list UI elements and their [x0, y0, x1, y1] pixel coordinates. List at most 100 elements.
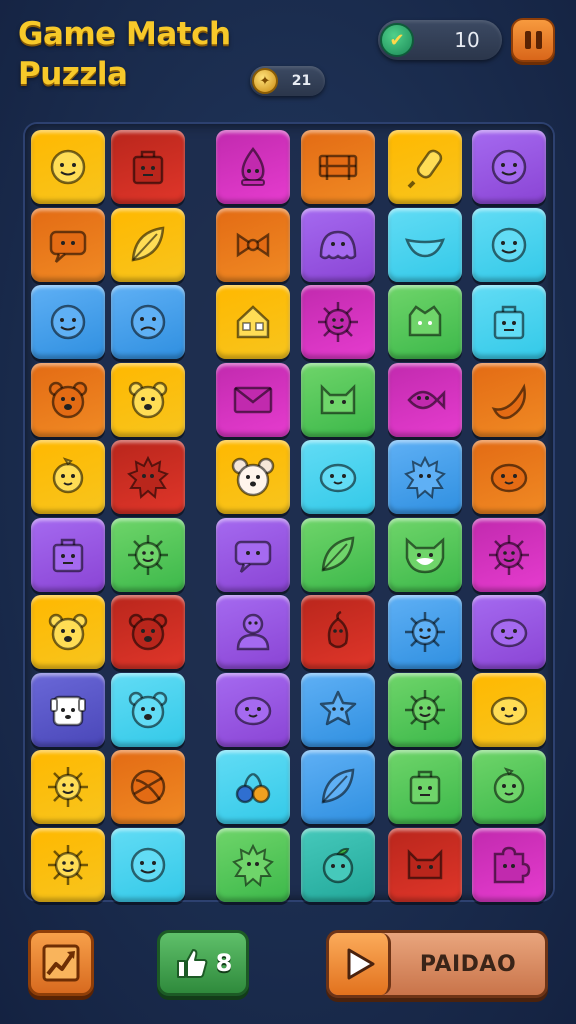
bag-icon	[493, 305, 525, 340]
sun-icon	[405, 612, 445, 652]
leaf-icon	[321, 536, 355, 571]
tile-indigo-dog[interactable]	[31, 672, 105, 747]
tile-green-sun[interactable]	[111, 517, 185, 592]
tile-orange-banana[interactable]	[472, 362, 546, 437]
tile-yellow-leaf[interactable]	[111, 207, 185, 282]
tile-green-monster[interactable]	[388, 285, 462, 359]
tile-yellow-house[interactable]	[216, 285, 290, 359]
tile-orange-bear[interactable]	[31, 362, 105, 437]
tile-orange-bench[interactable]	[301, 130, 375, 204]
tile-cyan-bear[interactable]	[111, 672, 185, 747]
tile-magenta-puzzle[interactable]	[472, 827, 546, 902]
hint-button[interactable]: 8	[157, 930, 249, 996]
tile-red-bear[interactable]	[111, 595, 185, 669]
tile-red-pepper[interactable]	[301, 595, 375, 669]
tile-yellow-sun[interactable]	[31, 750, 105, 824]
tile-purple-face[interactable]	[472, 130, 546, 204]
tile-orange-speech[interactable]	[31, 207, 105, 282]
bear-icon	[48, 613, 88, 651]
game-board	[25, 124, 553, 902]
score-counter: ✔ 10	[378, 20, 502, 60]
check-coin-icon: ✔	[380, 23, 414, 57]
bow-icon	[236, 232, 270, 257]
tile-blue-spiky[interactable]	[388, 440, 462, 514]
tile-yellow-bear[interactable]	[31, 595, 105, 669]
bag-icon	[132, 150, 164, 185]
fish-icon	[407, 389, 446, 410]
tile-red-bag[interactable]	[111, 130, 185, 204]
speech-icon	[234, 540, 272, 573]
tile-purple-blob[interactable]	[472, 595, 546, 669]
tile-green-bag[interactable]	[388, 750, 462, 824]
tile-orange-bow[interactable]	[216, 207, 290, 282]
tile-purple-ghost[interactable]	[301, 207, 375, 282]
boat-icon	[405, 237, 445, 257]
tile-yellow-bear[interactable]	[111, 362, 185, 437]
tile-yellow-face[interactable]	[31, 130, 105, 204]
play-icon-box	[329, 933, 391, 995]
tile-cyan-berries[interactable]	[216, 750, 290, 824]
face-sad-icon	[130, 304, 166, 340]
tile-magenta-fish[interactable]	[388, 362, 462, 437]
bird-icon	[493, 767, 525, 804]
tile-cyan-face[interactable]	[111, 827, 185, 902]
mouse-icon	[231, 457, 275, 497]
bird-icon	[52, 457, 84, 494]
tile-blue-leaf[interactable]	[301, 750, 375, 824]
tile-blue-sun[interactable]	[388, 595, 462, 669]
game-title-line2: Puzzla	[18, 56, 128, 92]
dog-icon	[50, 695, 86, 726]
face-icon	[491, 149, 527, 185]
tile-yellow-popsicle[interactable]	[388, 130, 462, 204]
tile-red-cat[interactable]	[388, 827, 462, 902]
sun-icon	[128, 534, 168, 575]
tile-blue-star[interactable]	[301, 672, 375, 747]
tile-cyan-boat[interactable]	[388, 207, 462, 282]
star-icon	[319, 690, 357, 725]
tile-purple-person[interactable]	[216, 595, 290, 669]
tile-yellow-blob[interactable]	[472, 672, 546, 747]
pause-icon-bar-right	[535, 31, 542, 49]
bag-icon	[409, 770, 441, 805]
face-icon	[130, 847, 166, 882]
tile-cyan-bag[interactable]	[472, 285, 546, 359]
game-title-line1: Game Match	[18, 16, 231, 52]
coins-counter: ✦ 21	[250, 66, 325, 96]
pause-button[interactable]	[511, 18, 555, 62]
tile-green-sun[interactable]	[388, 672, 462, 747]
tile-cyan-face[interactable]	[472, 207, 546, 282]
sun-icon	[48, 844, 88, 885]
stats-button[interactable]	[28, 930, 94, 996]
tile-magenta-envelope[interactable]	[216, 362, 290, 437]
tile-purple-blob[interactable]	[216, 672, 290, 747]
fox-icon	[405, 536, 445, 573]
tile-teal-apple[interactable]	[301, 827, 375, 902]
tile-yellow-sun[interactable]	[31, 827, 105, 902]
tile-orange-blob[interactable]	[472, 440, 546, 514]
tile-red-spiky[interactable]	[111, 440, 185, 514]
tile-green-fox[interactable]	[388, 517, 462, 592]
tile-green-cat[interactable]	[301, 362, 375, 437]
tile-cyan-blob[interactable]	[301, 440, 375, 514]
tile-blue-face-sad[interactable]	[111, 285, 185, 359]
tile-yellow-bird[interactable]	[31, 440, 105, 514]
play-button[interactable]: PAIDAO	[326, 930, 548, 998]
tile-yellow-mouse[interactable]	[216, 440, 290, 514]
blob-icon	[319, 463, 357, 493]
tile-magenta-drop[interactable]	[216, 130, 290, 204]
tile-purple-bag[interactable]	[31, 517, 105, 592]
tile-blue-face[interactable]	[31, 285, 105, 359]
tile-magenta-sun[interactable]	[301, 285, 375, 359]
play-icon	[347, 948, 374, 980]
tile-purple-speech[interactable]	[216, 517, 290, 592]
tile-green-bird[interactable]	[472, 750, 546, 824]
tile-green-spiky[interactable]	[216, 827, 290, 902]
game-title: Game Match Puzzla	[18, 14, 258, 94]
tile-orange-ball[interactable]	[111, 750, 185, 824]
tile-magenta-sun[interactable]	[472, 517, 546, 592]
sun-icon	[405, 689, 445, 730]
leaf-icon	[131, 226, 165, 261]
face-icon	[491, 227, 527, 262]
drop-icon	[241, 146, 265, 186]
tile-green-leaf[interactable]	[301, 517, 375, 592]
